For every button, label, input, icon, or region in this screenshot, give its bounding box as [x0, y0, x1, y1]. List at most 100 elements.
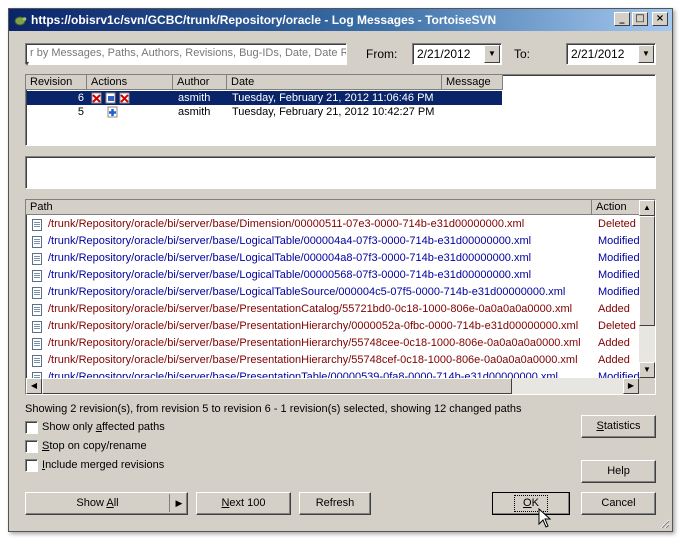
paths-vertical-scrollbar[interactable]: ▲ ▼ [639, 200, 655, 378]
option-label: top on copy/rename [49, 440, 147, 452]
to-date-value: 2/21/2012 [571, 47, 625, 61]
path-row[interactable]: /trunk/Repository/oracle/bi/server/base/… [27, 233, 640, 250]
column-header-date[interactable]: Date [227, 75, 442, 90]
from-date-value: 2/21/2012 [417, 47, 471, 61]
column-header-message[interactable]: Message [442, 75, 503, 90]
statistics-button[interactable]: Statistics [581, 415, 656, 438]
status-text: Showing 2 revision(s), from revision 5 t… [25, 403, 522, 415]
filter-search-input[interactable]: r by Messages, Paths, Authors, Revisions… [25, 43, 347, 65]
stop-on-copy-checkbox[interactable]: Stop on copy/rename [25, 439, 147, 455]
column-header-actions[interactable]: Actions [87, 75, 173, 90]
added-action-icon [107, 106, 118, 118]
button-label: tatistics [603, 420, 641, 432]
changed-paths-list[interactable]: Path Action /trunk/Repository/oracle/bi/… [25, 199, 656, 395]
filter-options-dropdown-icon[interactable]: ▾ [25, 59, 29, 68]
path-row[interactable]: /trunk/Repository/oracle/bi/server/base/… [27, 216, 640, 233]
cancel-button[interactable]: Cancel [581, 492, 656, 515]
file-icon [32, 304, 42, 316]
path-action: Added [598, 337, 630, 349]
path-action: Modified [598, 286, 640, 298]
log-message-box[interactable] [25, 156, 656, 189]
scroll-down-icon[interactable]: ▼ [639, 362, 655, 378]
revision-row[interactable]: 5 asmith Tuesday, February 21, 2012 10:4… [27, 105, 502, 119]
show-all-button[interactable]: Show All ▶ [25, 492, 188, 515]
path-text: /trunk/Repository/oracle/bi/server/base/… [48, 269, 532, 281]
revision-number: 6 [77, 92, 84, 104]
checkbox-box[interactable] [25, 420, 38, 434]
vertical-scroll-thumb[interactable] [639, 216, 655, 326]
path-row[interactable]: /trunk/Repository/oracle/bi/server/base/… [27, 250, 640, 267]
column-header-path[interactable]: Path [26, 200, 592, 215]
column-header-author[interactable]: Author [173, 75, 227, 90]
split-divider [169, 494, 170, 512]
close-button[interactable]: × [652, 12, 668, 26]
path-row[interactable]: /trunk/Repository/oracle/bi/server/base/… [27, 284, 640, 301]
path-row[interactable]: /trunk/Repository/oracle/bi/server/base/… [27, 267, 640, 284]
file-icon [32, 355, 42, 367]
revision-row[interactable]: 6 asmith Tuesday, February 21, 2012 11:0… [27, 91, 502, 105]
file-icon [32, 219, 42, 231]
revision-actions [107, 106, 123, 122]
option-label: Show only [42, 421, 96, 433]
title-bar[interactable]: https://obisrv1c/svn/GCBC/trunk/Reposito… [9, 9, 672, 31]
scroll-right-icon[interactable]: ▶ [623, 378, 639, 394]
include-merged-revisions-checkbox[interactable]: Include merged revisions [25, 458, 164, 474]
scroll-up-icon[interactable]: ▲ [639, 200, 655, 216]
path-text: /trunk/Repository/oracle/bi/server/base/… [48, 252, 532, 264]
refresh-button[interactable]: Refresh [299, 492, 371, 515]
file-icon [32, 253, 42, 265]
show-affected-paths-checkbox[interactable]: Show only affected paths [25, 420, 165, 436]
checkbox-box[interactable] [25, 439, 38, 453]
resize-grip-icon[interactable] [658, 517, 670, 529]
path-text: /trunk/Repository/oracle/bi/server/base/… [48, 286, 566, 298]
path-text: /trunk/Repository/oracle/bi/server/base/… [48, 354, 578, 366]
file-icon [32, 236, 42, 248]
horizontal-scroll-thumb[interactable] [42, 378, 512, 394]
path-row[interactable]: /trunk/Repository/oracle/bi/server/base/… [27, 352, 640, 369]
path-text: /trunk/Repository/oracle/bi/server/base/… [48, 303, 573, 315]
help-button[interactable]: Help [581, 460, 656, 483]
path-row[interactable]: /trunk/Repository/oracle/bi/server/base/… [27, 301, 640, 318]
next-100-button[interactable]: Next 100 [196, 492, 291, 515]
from-date-picker[interactable]: 2/21/2012 ▼ [412, 43, 502, 65]
log-messages-window: https://obisrv1c/svn/GCBC/trunk/Reposito… [8, 8, 673, 532]
file-icon [32, 321, 42, 333]
path-action: Deleted [598, 320, 636, 332]
checkbox-box[interactable] [25, 458, 38, 472]
revision-number: 5 [77, 106, 84, 118]
minimize-button[interactable]: _ [614, 12, 630, 26]
deleted-action-icon [91, 92, 102, 104]
path-text: /trunk/Repository/oracle/bi/server/base/… [48, 218, 525, 230]
added-action-icon [119, 92, 130, 104]
tortoise-app-icon [14, 16, 27, 26]
path-action: Modified [598, 269, 640, 281]
column-header-action[interactable]: Action [592, 200, 640, 215]
scroll-corner [639, 378, 655, 394]
to-date-picker[interactable]: 2/21/2012 ▼ [566, 43, 656, 65]
path-row[interactable]: /trunk/Repository/oracle/bi/server/base/… [27, 335, 640, 352]
file-icon [32, 270, 42, 282]
file-icon [32, 287, 42, 299]
paths-horizontal-scrollbar[interactable]: ◀ ▶ [26, 378, 639, 394]
column-header-revision[interactable]: Revision [26, 75, 87, 90]
to-chevron-down-icon[interactable]: ▼ [638, 45, 654, 63]
path-row[interactable]: /trunk/Repository/oracle/bi/server/base/… [27, 318, 640, 335]
option-label: nclude merged revisions [45, 459, 165, 471]
revision-author: asmith [178, 92, 211, 104]
maximize-button[interactable]: □ [632, 12, 648, 26]
path-action: Modified [598, 235, 640, 247]
revision-date: Tuesday, February 21, 2012 10:42:27 PM [232, 106, 435, 118]
from-chevron-down-icon[interactable]: ▼ [484, 45, 500, 63]
ok-button[interactable]: OK [492, 492, 570, 515]
revision-list[interactable]: Revision Actions Author Date Message 6 a… [25, 74, 656, 146]
mouse-cursor-icon [538, 508, 552, 528]
to-label: To: [514, 47, 531, 61]
window-title: https://obisrv1c/svn/GCBC/trunk/Reposito… [31, 13, 497, 27]
window-controls: _ □ × [614, 12, 668, 26]
path-text: /trunk/Repository/oracle/bi/server/base/… [48, 337, 581, 349]
show-all-label: Show All [76, 497, 119, 509]
split-arrow-icon[interactable]: ▶ [172, 493, 186, 513]
path-action: Added [598, 303, 630, 315]
scroll-left-icon[interactable]: ◀ [26, 378, 42, 394]
revision-author: asmith [178, 106, 211, 118]
